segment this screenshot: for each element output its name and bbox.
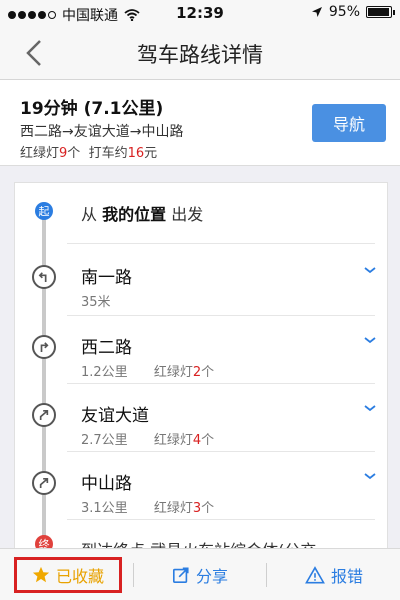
step-detail: 2.7公里 红绿灯4个 [81,429,214,448]
step-detail: 3.1公里 红绿灯3个 [81,497,214,516]
taxi-unit: 元 [144,146,158,161]
route-steps-card: 起 从 我的位置 出发 南一路 35米 西二路 1.2公里 红绿灯2个 友谊大道… [14,182,388,562]
step-road-name: 南一路 [81,268,132,288]
share-label: 分享 [195,567,228,586]
star-icon [32,566,50,583]
report-error-button[interactable]: 报错 [274,557,394,593]
bottom-toolbar: 已收藏 分享 报错 [0,548,400,600]
step-lights: 红绿灯4个 [154,433,214,448]
step-road-name: 友谊大道 [81,406,149,426]
step-detail: 35米 [81,291,111,310]
route-roads: 西二路→友谊大道→中山路 [20,124,184,140]
share-icon [172,567,189,584]
step-lights-label: 红绿灯 [153,433,193,448]
chevron-down-icon[interactable] [363,471,377,481]
warning-icon [305,566,325,584]
chevron-down-icon[interactable] [363,265,377,275]
summary-title: 19分钟 (7.1公里) [20,94,163,119]
step-lights: 红绿灯3个 [154,501,214,516]
battery-level [368,8,389,16]
report-label: 报错 [330,567,363,586]
step-lights-label: 红绿灯 [153,365,193,380]
navigate-button[interactable]: 导航 [312,104,386,142]
step-distance: 1.2公里 [81,365,128,380]
chevron-down-icon[interactable] [363,403,377,413]
divider [67,383,375,384]
slight-right-icon [32,471,56,495]
divider [67,315,375,316]
route-step[interactable]: 西二路 1.2公里 红绿灯2个 [15,323,387,389]
taxi-fare: 16 [127,146,145,161]
divider [67,451,375,452]
divider [67,519,375,520]
status-bar: 中国联通 12:39 95% [0,0,400,26]
turn-left-icon [32,265,56,289]
step-lights-label: 红绿灯 [153,501,193,516]
route-summary: 19分钟 (7.1公里) 西二路→友谊大道→中山路 红绿灯9个 打车约16元 导… [0,80,400,166]
step-lights-count: 3 [192,501,202,516]
step-lights-unit: 个 [201,501,215,516]
slight-right-icon [32,403,56,427]
turn-right-icon [32,335,56,359]
start-prefix: 从 [81,205,98,224]
step-lights-count: 4 [192,433,202,448]
status-right: 95% [311,4,395,20]
start-suffix: 出发 [171,205,204,224]
step-lights: 红绿灯2个 [154,365,214,380]
lights-label: 红绿灯 [20,146,60,161]
start-badge: 起 [35,202,53,220]
favorite-button[interactable]: 已收藏 [14,557,122,593]
toolbar-divider [266,563,267,587]
share-button[interactable]: 分享 [140,557,260,593]
step-distance: 35米 [81,295,111,310]
divider [67,243,375,244]
route-step[interactable]: 南一路 35米 [15,253,387,319]
step-lights-unit: 个 [201,365,215,380]
route-duration: 19分钟 [20,99,78,119]
step-road-name: 西二路 [81,338,132,358]
lights-unit: 个 [67,146,81,161]
toolbar-divider [133,563,134,587]
page-title: 驾车路线详情 [137,43,263,67]
step-distance: 2.7公里 [81,433,128,448]
route-step[interactable]: 友谊大道 2.7公里 红绿灯4个 [15,391,387,457]
route-meta: 红绿灯9个 打车约16元 [20,142,157,161]
step-road-name: 中山路 [81,474,132,494]
step-detail: 1.2公里 红绿灯2个 [81,361,214,380]
step-lights-count: 2 [192,365,202,380]
location-arrow-icon [311,7,322,17]
favorite-label: 已收藏 [55,567,104,586]
route-step[interactable]: 中山路 3.1公里 红绿灯3个 [15,459,387,525]
battery-percent: 95% [328,4,360,20]
chevron-down-icon[interactable] [363,335,377,345]
route-distance: (7.1公里) [83,99,164,119]
nav-bar: 驾车路线详情 [0,26,400,80]
taxi-label: 打车约 [88,146,128,161]
start-location: 我的位置 [102,205,167,224]
battery-icon [366,6,395,18]
start-row: 从 我的位置 出发 [81,201,203,225]
step-distance: 3.1公里 [81,501,128,516]
step-lights-unit: 个 [201,433,215,448]
